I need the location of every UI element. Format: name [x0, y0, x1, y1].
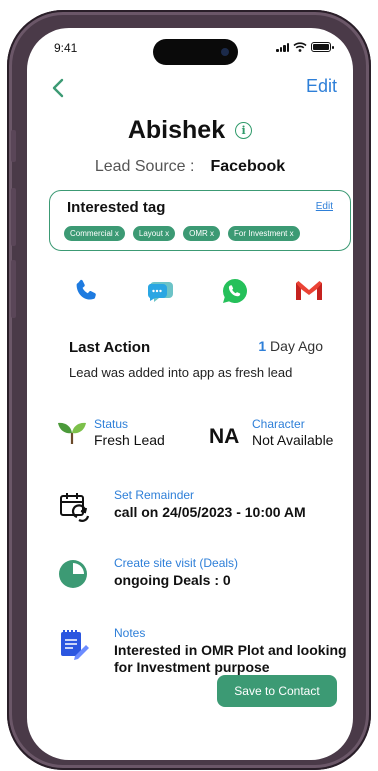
profile-header: Abishek i — [27, 116, 353, 145]
pie-progress-icon — [57, 558, 93, 594]
status-block: Status Fresh Lead — [57, 417, 187, 457]
lead-source: Lead Source : Facebook — [27, 158, 353, 176]
character-label: Character — [252, 417, 305, 431]
status-icons — [276, 42, 334, 52]
reminder-value: call on 24/05/2023 - 10:00 AM — [114, 504, 306, 520]
tag-chip-investment[interactable]: For Investment x — [228, 226, 300, 241]
last-action-label: Last Action — [69, 339, 151, 356]
mute-switch — [11, 130, 16, 162]
gmail-icon[interactable] — [294, 276, 324, 306]
site-visit-row[interactable]: Create site visit (Deals) ongoing Deals … — [57, 556, 347, 596]
volume-up-button — [11, 188, 16, 246]
last-action-days-suffix: Day Ago — [266, 338, 323, 354]
last-action-days: 1 — [258, 338, 267, 354]
character-value: Not Available — [252, 432, 334, 448]
sprout-icon — [58, 422, 86, 444]
notepad-pen-icon — [57, 628, 93, 664]
info-icon[interactable]: i — [235, 122, 253, 139]
interested-tag-title: Interested tag — [67, 199, 166, 216]
status-label: Status — [94, 417, 129, 431]
tag-chip-layout[interactable]: Layout x — [132, 226, 176, 241]
site-visit-label[interactable]: Create site visit (Deals) — [114, 556, 238, 570]
character-block: NA Character Not Available — [209, 417, 349, 457]
battery-icon — [311, 42, 334, 52]
lead-source-value: Facebook — [210, 158, 286, 175]
lead-name: Abishek — [127, 116, 226, 144]
status-bar: 9:41 — [27, 28, 353, 68]
wifi-icon — [293, 42, 307, 52]
site-visit-value: ongoing Deals : 0 — [114, 572, 231, 588]
status-time: 9:41 — [54, 41, 78, 55]
last-action-time: 1 Day Ago — [258, 338, 323, 354]
interested-tag-edit-link[interactable]: Edit — [316, 201, 333, 212]
whatsapp-icon[interactable] — [220, 276, 250, 306]
contact-actions — [72, 276, 324, 306]
tag-chip-commercial[interactable]: Commercial x — [64, 226, 125, 241]
tag-chip-list: Commercial x Layout x OMR x For Investme… — [64, 226, 300, 241]
save-to-contact-button[interactable]: Save to Contact — [217, 675, 337, 707]
chat-icon[interactable] — [146, 276, 176, 306]
notes-value: Interested in OMR Plot and looking for I… — [114, 642, 347, 675]
notes-row[interactable]: Notes Interested in OMR Plot and looking… — [57, 626, 347, 676]
reminder-label[interactable]: Set Remainder — [114, 488, 194, 502]
last-action-text: Lead was added into app as fresh lead — [69, 365, 293, 380]
phone-screen: 9:41 Edit Abishek i Lead Source : Facebo… — [27, 28, 353, 760]
signal-icon — [276, 42, 289, 52]
phone-icon[interactable] — [72, 276, 102, 306]
tag-chip-omr[interactable]: OMR x — [183, 226, 221, 241]
reminder-row[interactable]: Set Remainder call on 24/05/2023 - 10:00… — [57, 488, 347, 528]
edit-button[interactable]: Edit — [306, 76, 337, 97]
status-value: Fresh Lead — [94, 432, 165, 448]
interested-tag-card: Interested tag Edit Commercial x Layout … — [49, 190, 351, 251]
notes-label: Notes — [114, 626, 146, 640]
lead-source-label: Lead Source : — [94, 158, 195, 175]
character-badge: NA — [209, 425, 240, 448]
volume-down-button — [11, 260, 16, 318]
dynamic-island — [153, 39, 238, 65]
calendar-refresh-icon — [57, 490, 93, 526]
back-arrow-icon[interactable] — [47, 76, 71, 100]
camera-icon — [221, 48, 229, 56]
